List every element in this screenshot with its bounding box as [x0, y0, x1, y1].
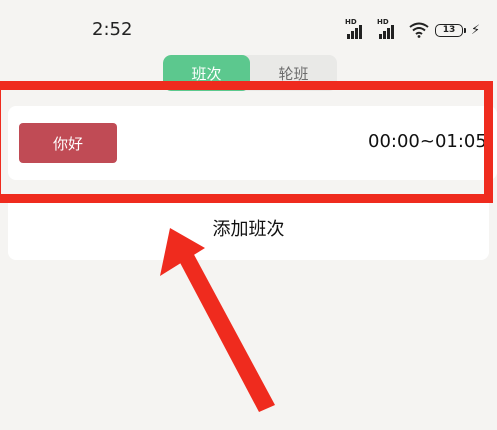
tab-rotation[interactable]: 轮班: [250, 55, 337, 91]
charging-icon: ⚡: [471, 22, 481, 38]
shift-time: 00:00~01:05: [368, 131, 487, 152]
cellular-signal-icon: HD: [345, 19, 371, 41]
battery-level: 13: [442, 25, 456, 35]
tab-switch: 班次 轮班: [163, 55, 337, 91]
add-shift-label: 添加班次: [212, 219, 285, 240]
battery-icon: 13: [435, 23, 466, 37]
status-time: 2:52: [92, 19, 133, 40]
status-bar: 2:52 HD HD 13 ⚡: [0, 0, 497, 50]
status-icons: HD HD 13 ⚡: [345, 18, 480, 42]
add-shift-button[interactable]: 添加班次: [8, 196, 489, 260]
wifi-icon: [409, 22, 429, 38]
shift-name-button[interactable]: 你好: [19, 123, 117, 163]
arrow-shaft: [177, 249, 275, 412]
tab-shifts[interactable]: 班次: [163, 55, 250, 91]
cellular-signal-icon-2: HD: [377, 19, 403, 41]
